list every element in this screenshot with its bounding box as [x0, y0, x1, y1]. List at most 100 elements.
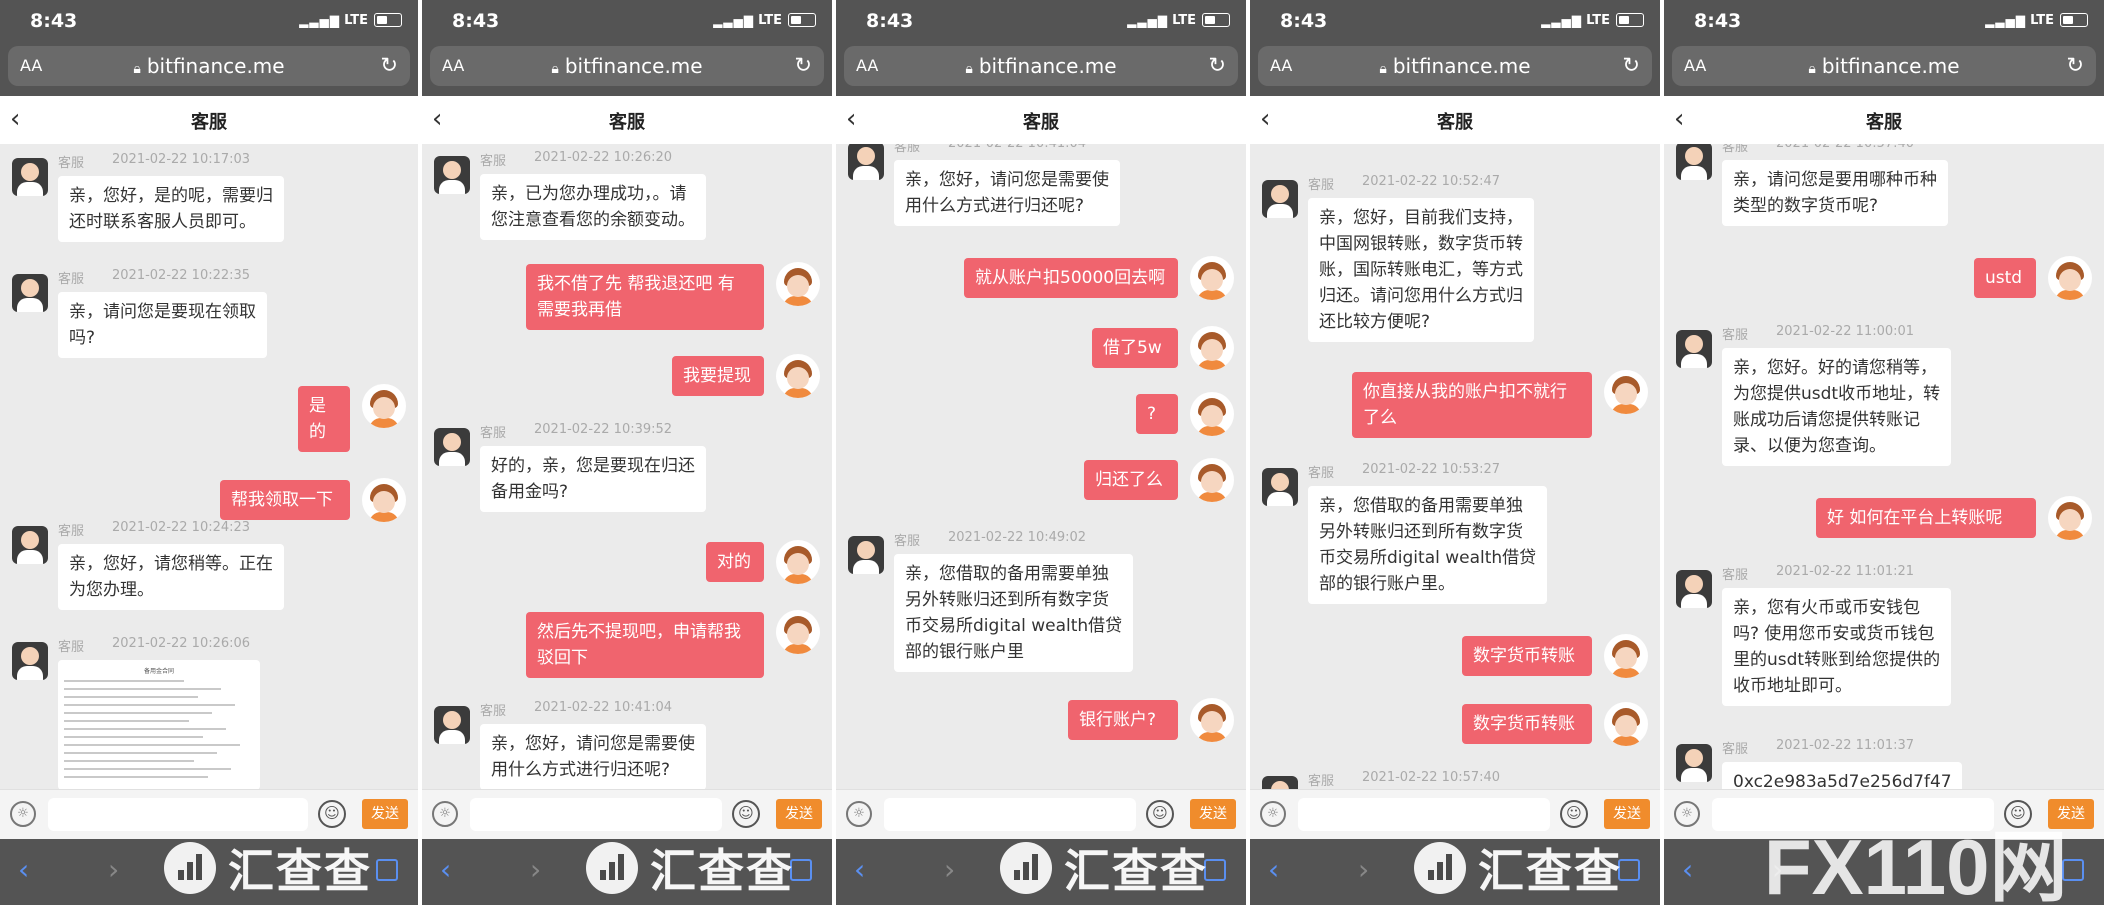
- user-message-bubble: 数字货币转账: [1462, 704, 1592, 744]
- tabs-icon[interactable]: [1204, 859, 1226, 881]
- network-type: LTE: [758, 13, 782, 28]
- user-avatar: [1604, 702, 1648, 746]
- image-upload-icon[interactable]: ☼: [846, 801, 872, 827]
- url-display[interactable]: 🔒︎ bitfinance.me: [430, 54, 824, 78]
- tabs-icon[interactable]: [790, 859, 812, 881]
- message-timestamp: 2021-02-22 10:41:04: [948, 144, 1086, 151]
- agent-name: 客服: [1308, 178, 1335, 193]
- browser-forward-icon[interactable]: ›: [108, 853, 119, 886]
- browser-toolbar: ‹ ›: [422, 839, 832, 905]
- image-upload-icon[interactable]: ☼: [1260, 801, 1286, 827]
- chat-message-list[interactable]: 客服 2021-02-22 10:17:03 亲，您好，是的呢，需要归 还时联系客服…: [0, 144, 418, 790]
- signal-icon: ▂▃▅▇: [713, 14, 754, 28]
- agent-avatar: [1262, 468, 1298, 506]
- agent-avatar: [434, 706, 470, 744]
- url-field[interactable]: AA 🔒︎ bitfinance.me ↻: [1258, 46, 1652, 86]
- user-message-bubble: 数字货币转账: [1462, 636, 1592, 676]
- chat-header: ‹ 客服: [1250, 96, 1660, 144]
- reload-icon[interactable]: ↻: [1622, 53, 1640, 77]
- send-button[interactable]: 发送: [1604, 799, 1650, 829]
- browser-forward-icon[interactable]: ›: [944, 853, 955, 886]
- lock-icon: 🔒︎: [1808, 61, 1816, 77]
- message-input[interactable]: [470, 798, 722, 831]
- message-timestamp: 2021-02-22 11:01:37: [1776, 738, 1915, 753]
- agent-avatar: [1262, 180, 1298, 218]
- chat-title: 客服: [1023, 112, 1059, 133]
- message-timestamp: 2021-02-22 10:49:02: [948, 530, 1087, 545]
- send-button[interactable]: 发送: [362, 799, 408, 829]
- image-upload-icon[interactable]: ☼: [10, 801, 36, 827]
- url-display[interactable]: 🔒︎ bitfinance.me: [844, 54, 1238, 78]
- browser-address-bar: AA 🔒︎ bitfinance.me ↻: [836, 44, 1246, 96]
- contract-document-image[interactable]: 备用金合同: [58, 660, 260, 790]
- lock-icon: 🔒︎: [965, 61, 973, 77]
- browser-forward-icon[interactable]: ›: [1358, 853, 1369, 886]
- image-upload-icon[interactable]: ☼: [432, 801, 458, 827]
- user-message-bubble: 归还了么: [1084, 460, 1178, 500]
- user-avatar: [776, 354, 820, 398]
- chat-message-list[interactable]: 客服 2021-02-22 10:52:47 亲，您好，目前我们支持， 中国网银转账…: [1250, 144, 1660, 790]
- send-button[interactable]: 发送: [776, 799, 822, 829]
- user-message-bubble: 好 如何在平台上转账呢: [1816, 498, 2036, 538]
- browser-forward-icon[interactable]: ›: [530, 853, 541, 886]
- browser-back-icon[interactable]: ‹: [440, 853, 451, 886]
- signal-icon: ▂▃▅▇: [1541, 14, 1582, 28]
- emoji-icon[interactable]: ☺: [318, 800, 346, 828]
- status-time: 8:43: [452, 10, 500, 32]
- url-text: bitfinance.me: [1821, 54, 1960, 78]
- url-display[interactable]: 🔒︎ bitfinance.me: [1672, 54, 2096, 78]
- emoji-icon[interactable]: ☺: [2004, 800, 2032, 828]
- message-input[interactable]: [884, 798, 1136, 831]
- browser-back-icon[interactable]: ‹: [1682, 853, 1693, 886]
- chat-message-list[interactable]: 客服 2021-02-22 10:57:40 亲，请问您是要用哪种币种 类型的数字货…: [1664, 144, 2104, 790]
- url-field[interactable]: AA 🔒︎ bitfinance.me ↻: [844, 46, 1238, 86]
- chat-message-list[interactable]: 客服 2021-02-22 10:41:04 亲，您好，请问您是需要使 用什么方式进…: [836, 144, 1246, 790]
- chat-message-list[interactable]: 客服 2021-02-22 10:26:20 亲，已为您办理成功，。请 您注意查看您…: [422, 144, 832, 790]
- tabs-icon[interactable]: [2062, 859, 2084, 881]
- browser-back-icon[interactable]: ‹: [854, 853, 865, 886]
- image-upload-icon[interactable]: ☼: [1674, 801, 1700, 827]
- browser-back-icon[interactable]: ‹: [18, 853, 29, 886]
- browser-back-icon[interactable]: ‹: [1268, 853, 1279, 886]
- reload-icon[interactable]: ↻: [794, 53, 812, 77]
- battery-icon: [788, 13, 816, 27]
- battery-icon: [2060, 13, 2088, 27]
- agent-avatar: [434, 156, 470, 194]
- agent-avatar: [848, 144, 884, 180]
- url-field[interactable]: AA 🔒︎ bitfinance.me ↻: [8, 46, 410, 86]
- reload-icon[interactable]: ↻: [380, 53, 398, 77]
- url-field[interactable]: AA 🔒︎ bitfinance.me ↻: [1672, 46, 2096, 86]
- message-input[interactable]: [1712, 798, 1994, 831]
- status-bar: 8:43 ▂▃▅▇ LTE: [1250, 0, 1660, 44]
- tabs-icon[interactable]: [376, 859, 398, 881]
- send-button[interactable]: 发送: [1190, 799, 1236, 829]
- send-button[interactable]: 发送: [2048, 799, 2094, 829]
- emoji-icon[interactable]: ☺: [732, 800, 760, 828]
- message-timestamp: 2021-02-22 11:01:21: [1776, 564, 1915, 579]
- user-avatar: [362, 384, 406, 428]
- status-time: 8:43: [1280, 10, 1328, 32]
- emoji-icon[interactable]: ☺: [1146, 800, 1174, 828]
- reload-icon[interactable]: ↻: [1208, 53, 1226, 77]
- emoji-icon[interactable]: ☺: [1560, 800, 1588, 828]
- network-type: LTE: [1172, 13, 1196, 28]
- message-input[interactable]: [1298, 798, 1550, 831]
- url-field[interactable]: AA 🔒︎ bitfinance.me ↻: [430, 46, 824, 86]
- url-display[interactable]: 🔒︎ bitfinance.me: [1258, 54, 1652, 78]
- message-timestamp: 2021-02-22 10:22:35: [112, 268, 251, 283]
- agent-name: 客服: [58, 156, 85, 171]
- browser-forward-icon[interactable]: ›: [1772, 853, 1783, 886]
- user-message-bubble: 银行账户?: [1068, 700, 1178, 740]
- message-timestamp: 2021-02-22 10:57:40: [1776, 144, 1914, 151]
- tabs-icon[interactable]: [1618, 859, 1640, 881]
- message-input[interactable]: [48, 798, 308, 831]
- agent-message-bubble: 亲，您好。好的请您稍等， 为您提供usdt收币地址，转 账成功后请您提供转账记 …: [1722, 348, 1952, 466]
- agent-avatar: [1676, 144, 1712, 180]
- agent-avatar: [434, 428, 470, 466]
- user-message-bubble: 就从账户扣50000回去啊: [964, 258, 1178, 298]
- reload-icon[interactable]: ↻: [2066, 53, 2084, 77]
- url-display[interactable]: 🔒︎ bitfinance.me: [8, 54, 410, 78]
- agent-name: 客服: [58, 640, 85, 655]
- agent-message-bubble: 亲，您好，请问您是需要使 用什么方式进行归还呢?: [480, 724, 706, 790]
- user-avatar: [2048, 256, 2092, 300]
